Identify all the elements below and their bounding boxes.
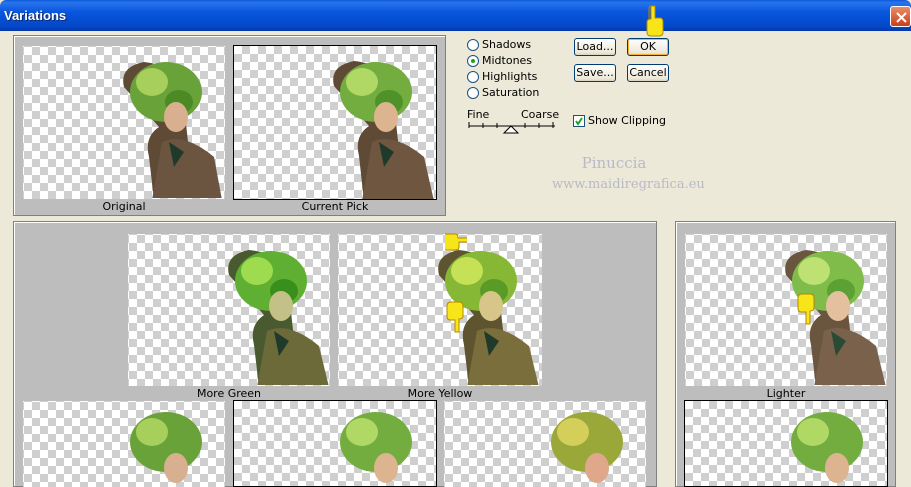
original-label: Original [102, 200, 146, 213]
cancel-button[interactable]: Cancel [627, 64, 669, 82]
more-green-thumbnail[interactable] [128, 234, 330, 386]
shadows-radio[interactable]: Shadows [467, 38, 531, 51]
original-thumbnail [23, 46, 225, 199]
more-yellow-label: More Yellow [407, 387, 473, 400]
woman-figure-image [333, 61, 434, 199]
variation-thumbnail[interactable] [444, 401, 646, 487]
current-pick-variation-thumbnail[interactable] [233, 400, 437, 487]
midtones-radio[interactable]: Midtones [467, 54, 532, 67]
current-pick-thumbnail [233, 45, 437, 200]
radio-circle [467, 86, 479, 99]
more-green-label: More Green [196, 387, 262, 400]
more-yellow-thumbnail[interactable] [338, 234, 542, 386]
pointer-hand-icon [445, 233, 467, 251]
watermark-url: www.maidiregrafica.eu [552, 177, 705, 192]
current-pick-lightness-thumbnail[interactable] [684, 400, 888, 487]
current-pick-label: Current Pick [301, 200, 369, 213]
woman-figure-image [123, 62, 222, 198]
radio-label: Saturation [482, 86, 540, 99]
load-button[interactable]: Load... [574, 38, 616, 56]
pointer-hand-icon [446, 301, 464, 333]
slider-thumb-icon [502, 125, 520, 134]
show-clipping-label: Show Clipping [588, 114, 666, 127]
show-clipping-checkbox[interactable]: Show Clipping [573, 114, 666, 127]
saturation-radio[interactable]: Saturation [467, 86, 539, 99]
close-button[interactable] [890, 6, 911, 27]
radio-label: Midtones [482, 54, 533, 67]
radio-label: Shadows [482, 38, 532, 51]
pointer-hand-icon [797, 293, 815, 325]
ok-button[interactable]: OK [627, 38, 669, 56]
woman-figure-image [785, 250, 886, 385]
radio-label: Highlights [482, 70, 538, 83]
woman-figure-image [791, 412, 863, 483]
close-icon [896, 12, 907, 23]
radio-circle [467, 70, 479, 83]
pointer-hand-icon [646, 5, 664, 37]
save-button[interactable]: Save... [574, 64, 616, 82]
radio-circle [467, 38, 479, 51]
check-icon [575, 116, 583, 126]
woman-figure-image [130, 412, 202, 483]
lighter-label: Lighter [766, 387, 806, 400]
title-bar[interactable]: Variations [0, 0, 911, 31]
woman-figure-image [228, 250, 329, 385]
watermark: Pinuccia www.maidiregrafica.eu [552, 152, 705, 196]
highlights-radio[interactable]: Highlights [467, 70, 537, 83]
checkbox-box [573, 114, 585, 127]
variation-thumbnail[interactable] [23, 401, 225, 487]
woman-figure-image [438, 250, 539, 385]
lighter-thumbnail[interactable] [685, 234, 887, 386]
window-title: Variations [4, 8, 67, 23]
watermark-name: Pinuccia [581, 154, 647, 172]
fine-coarse-slider-track[interactable] [467, 119, 559, 135]
radio-circle [467, 54, 479, 67]
woman-figure-image [551, 412, 623, 483]
woman-figure-image [340, 412, 412, 483]
